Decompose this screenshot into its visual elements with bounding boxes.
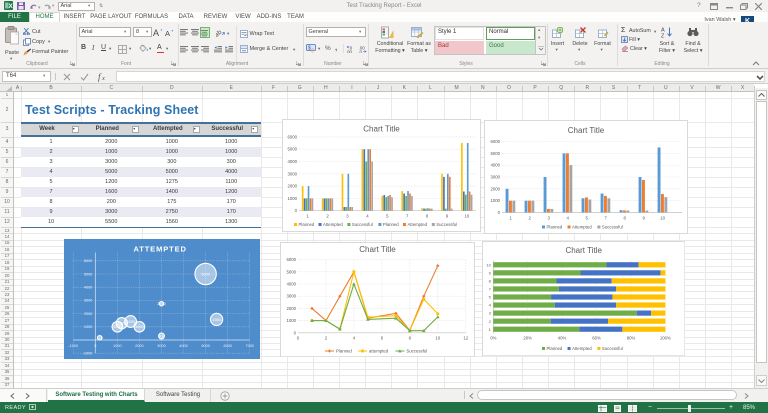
svg-text:Successful: Successful: [352, 222, 373, 227]
svg-text:6000: 6000: [223, 344, 231, 348]
svg-text:3000: 3000: [84, 299, 92, 303]
svg-text:▾: ▾: [38, 5, 41, 10]
svg-text:2000: 2000: [135, 344, 143, 348]
svg-text:Successful: Successful: [602, 224, 623, 229]
svg-text:Successful: Successful: [602, 346, 623, 351]
svg-text:ATTEMPTED: ATTEMPTED: [133, 245, 186, 254]
svg-text:1000: 1000: [135, 325, 143, 329]
svg-text:10: 10: [465, 214, 470, 219]
svg-text:5000: 5000: [84, 272, 92, 276]
svg-text:2000: 2000: [490, 186, 500, 191]
svg-text:10: 10: [435, 335, 440, 340]
svg-text:Z: Z: [661, 34, 665, 39]
svg-text:4000: 4000: [287, 159, 297, 164]
svg-text:Planned: Planned: [299, 222, 315, 227]
svg-text:00: 00: [347, 49, 353, 53]
svg-text:Chart Title: Chart Title: [359, 245, 396, 254]
svg-text:5000: 5000: [287, 147, 297, 152]
svg-text:1000: 1000: [113, 325, 121, 329]
svg-text:4000: 4000: [84, 286, 92, 290]
svg-text:Chart Title: Chart Title: [565, 246, 602, 255]
svg-text:6000: 6000: [84, 259, 92, 263]
svg-text:X: X: [8, 3, 13, 10]
svg-text:x: x: [101, 75, 105, 82]
svg-text:€: €: [311, 49, 314, 54]
svg-text:Successful: Successful: [436, 222, 457, 227]
svg-text:100%: 100%: [660, 336, 671, 341]
svg-text:Chart Title: Chart Title: [568, 126, 605, 135]
svg-text:3000: 3000: [286, 293, 296, 298]
svg-text:Planned: Planned: [336, 348, 352, 353]
svg-text:4000: 4000: [286, 281, 296, 286]
svg-text:0%: 0%: [490, 336, 496, 341]
svg-text:Planned: Planned: [547, 346, 563, 351]
svg-text:6000: 6000: [286, 257, 296, 262]
svg-text:10: 10: [486, 262, 491, 267]
svg-text:A: A: [153, 28, 159, 37]
svg-text:6000: 6000: [490, 139, 500, 144]
svg-text:4000: 4000: [490, 162, 500, 167]
svg-text:attempted: attempted: [369, 348, 389, 353]
svg-text:300: 300: [158, 334, 164, 338]
svg-text:1000: 1000: [286, 318, 296, 323]
svg-text:-1000: -1000: [82, 352, 92, 356]
svg-text:3000: 3000: [287, 171, 297, 176]
svg-text:2000: 2000: [286, 306, 296, 311]
svg-text:1000: 1000: [490, 198, 500, 203]
svg-text:40%: 40%: [558, 336, 567, 341]
svg-text:Attempted: Attempted: [572, 224, 592, 229]
svg-text:10: 10: [660, 215, 665, 220]
svg-text:3000: 3000: [490, 174, 500, 179]
svg-text:20%: 20%: [523, 336, 532, 341]
svg-text:5000: 5000: [490, 150, 500, 155]
svg-text:7000: 7000: [245, 344, 253, 348]
svg-text:80%: 80%: [627, 336, 636, 341]
svg-text:175: 175: [96, 336, 102, 340]
svg-text:2000: 2000: [287, 184, 297, 189]
svg-text:1560: 1560: [212, 318, 220, 322]
svg-text:Attempted: Attempted: [407, 222, 427, 227]
svg-text:1000: 1000: [113, 344, 121, 348]
svg-text:Successful: Successful: [406, 348, 427, 353]
svg-text:12: 12: [463, 335, 468, 340]
svg-text:Chart Title: Chart Title: [363, 125, 400, 134]
svg-text:2750: 2750: [157, 302, 165, 306]
svg-text:Planned: Planned: [383, 222, 399, 227]
svg-text:1000: 1000: [287, 196, 297, 201]
svg-text:5000: 5000: [286, 269, 296, 274]
svg-text:1000: 1000: [84, 325, 92, 329]
svg-text:ab: ab: [216, 29, 224, 37]
svg-text:4000: 4000: [179, 344, 187, 348]
svg-text:60%: 60%: [592, 336, 601, 341]
svg-text:1400: 1400: [126, 320, 134, 324]
svg-text:Planned: Planned: [547, 224, 563, 229]
svg-text:5000: 5000: [201, 344, 209, 348]
svg-text:Attempted: Attempted: [323, 222, 343, 227]
svg-text:6000: 6000: [287, 134, 297, 139]
svg-text:A: A: [165, 29, 170, 37]
svg-text:2000: 2000: [84, 312, 92, 316]
svg-text:3000: 3000: [157, 344, 165, 348]
svg-text:5000: 5000: [201, 272, 209, 276]
svg-text:-1000: -1000: [68, 344, 78, 348]
svg-text:Attempted: Attempted: [572, 346, 592, 351]
